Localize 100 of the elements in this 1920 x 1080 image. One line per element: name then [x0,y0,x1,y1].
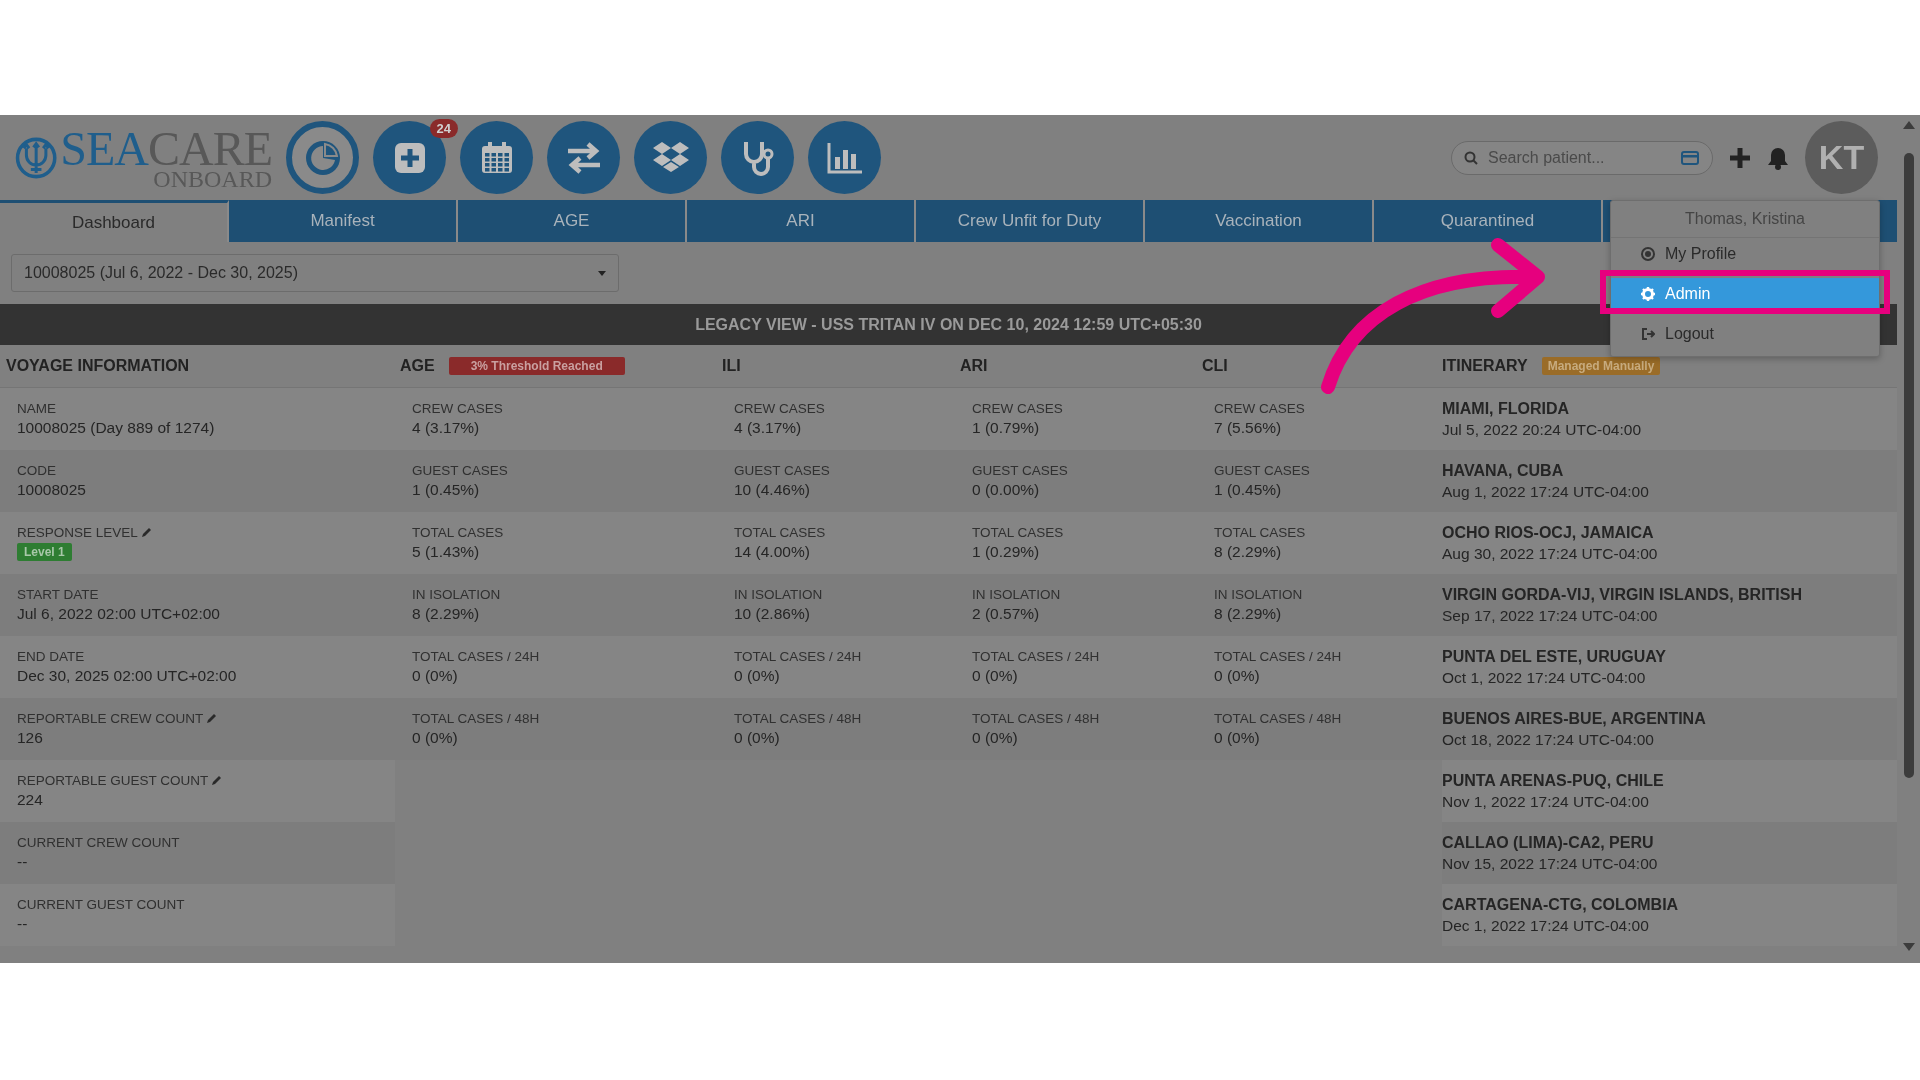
stat-label: CREW CASES [412,401,504,416]
stat-value: 0 (0%) [972,667,1019,685]
section-title: ARI [960,357,988,375]
menu-item[interactable]: Admin [1611,278,1879,310]
stat-value: 10 (2.86%) [734,605,811,623]
field-label: END DATE [17,649,85,664]
section-title: ITINERARY [1442,357,1528,375]
brand-name: SEACARE [60,124,272,173]
section-title: CLI [1202,357,1228,375]
logout-icon [1641,327,1655,341]
stat-value: 4 (3.17%) [734,419,803,437]
port-time: Aug 1, 2022 17:24 UTC-04:00 [1442,482,1650,501]
field-value: 10008025 (Day 889 of 1274) [17,419,216,437]
stat-value: 7 (5.56%) [1214,419,1283,437]
field-value: -- [17,915,29,933]
section-title: ILI [722,357,741,375]
stat-label: TOTAL CASES / 24H [972,649,1101,664]
port-time: Nov 15, 2022 17:24 UTC-04:00 [1442,854,1659,873]
notification-count: 24 [429,119,458,138]
stat-label: TOTAL CASES [412,525,505,540]
port-name: PUNTA ARENAS-PUQ, CHILE [1442,771,1665,790]
field-label: CURRENT CREW COUNT [17,835,180,850]
stat-label: TOTAL CASES [1214,525,1307,540]
field-label: START DATE [17,587,99,602]
stat-value: 10 (4.46%) [734,481,811,499]
port-time: Jul 5, 2022 20:24 UTC-04:00 [1442,420,1643,439]
port-time: Nov 1, 2022 17:24 UTC-04:00 [1442,792,1650,811]
stat-value: 0 (0%) [734,729,781,747]
card-icon[interactable] [1681,150,1699,165]
stat-label: IN ISOLATION [412,587,502,602]
port-time: Oct 1, 2022 17:24 UTC-04:00 [1442,668,1647,687]
tab[interactable]: Dashboard [0,200,229,242]
field-label: NAME [17,401,56,416]
voyage-dropdown[interactable]: 10008025 (Jul 6, 2022 - Dec 30, 2025) [11,254,619,292]
menu-item[interactable]: My Profile [1611,238,1879,270]
pencil-icon[interactable] [206,713,218,724]
field-label: CURRENT GUEST COUNT [17,897,185,912]
stat-label: GUEST CASES [734,463,831,478]
stat-value: 8 (2.29%) [1214,543,1283,561]
stat-label: TOTAL CASES / 24H [1214,649,1343,664]
bell-icon[interactable] [1767,145,1789,170]
threshold-tag: 3% Threshold Reached [448,357,625,375]
stat-value: 0 (0%) [1214,667,1261,685]
stat-value: 5 (1.43%) [412,543,481,561]
stat-value: 1 (0.45%) [1214,481,1283,499]
user-name: Thomas, Kristina [1611,201,1879,238]
field-value: 10008025 [17,481,87,499]
bar-chart-icon [825,140,864,175]
stat-value: 0 (0%) [734,667,781,685]
user-avatar[interactable]: KT [1805,121,1878,194]
stat-label: IN ISOLATION [972,587,1062,602]
field-value: 224 [17,791,44,809]
field-label: REPORTABLE CREW COUNT [17,711,204,726]
stat-label: GUEST CASES [972,463,1069,478]
stat-label: CREW CASES [972,401,1064,416]
stat-label: TOTAL CASES / 48H [972,711,1101,726]
pencil-icon[interactable] [211,775,223,786]
stat-label: IN ISOLATION [1214,587,1304,602]
port-name: OCHO RIOS-OCJ, JAMAICA [1442,523,1655,542]
stat-label: TOTAL CASES / 48H [734,711,863,726]
gear-icon [1641,287,1655,301]
stat-value: 8 (2.29%) [412,605,481,623]
stat-value: 1 (0.45%) [412,481,481,499]
stat-value: 0 (0%) [972,729,1019,747]
stat-label: GUEST CASES [412,463,509,478]
field-value: -- [17,853,29,871]
stat-label: TOTAL CASES / 48H [1214,711,1343,726]
search-field[interactable]: Search patient... [1451,140,1713,175]
search-icon [1464,150,1478,165]
caret-icon [598,270,606,276]
user-circle-icon [1641,247,1655,261]
stat-value: 2 (0.57%) [972,605,1041,623]
stat-label: GUEST CASES [1214,463,1311,478]
stat-value: 1 (0.79%) [972,419,1041,437]
field-label: REPORTABLE GUEST COUNT [17,773,209,788]
port-name: BUENOS AIRES-BUE, ARGENTINA [1442,709,1707,728]
section-title: VOYAGE INFORMATION [6,357,190,375]
port-time: Oct 18, 2022 17:24 UTC-04:00 [1442,730,1655,749]
field-value: Jul 6, 2022 02:00 UTC+02:00 [17,605,221,623]
port-name: MIAMI, FLORIDA [1442,399,1571,418]
add-icon[interactable] [1729,146,1751,169]
stat-value: 8 (2.29%) [1214,605,1283,623]
port-name: HAVANA, CUBA [1442,461,1565,480]
stat-label: TOTAL CASES / 48H [412,711,541,726]
stat-label: CREW CASES [1214,401,1306,416]
stat-value: 0 (0%) [412,667,459,685]
field-label: RESPONSE LEVEL [17,525,138,540]
stat-value: 4 (3.17%) [412,419,481,437]
level-tag: Level 1 [17,543,72,561]
pencil-icon[interactable] [140,527,152,538]
port-name: CARTAGENA-CTG, COLOMBIA [1442,895,1680,914]
stat-label: TOTAL CASES [972,525,1065,540]
field-value: 126 [17,729,44,747]
stat-label: TOTAL CASES / 24H [734,649,863,664]
stat-label: TOTAL CASES / 24H [412,649,541,664]
stat-value: 14 (4.00%) [734,543,811,561]
section-title: AGE [400,357,435,375]
port-time: Sep 17, 2022 17:24 UTC-04:00 [1442,606,1659,625]
field-label: CODE [17,463,56,478]
stat-label: TOTAL CASES [734,525,827,540]
